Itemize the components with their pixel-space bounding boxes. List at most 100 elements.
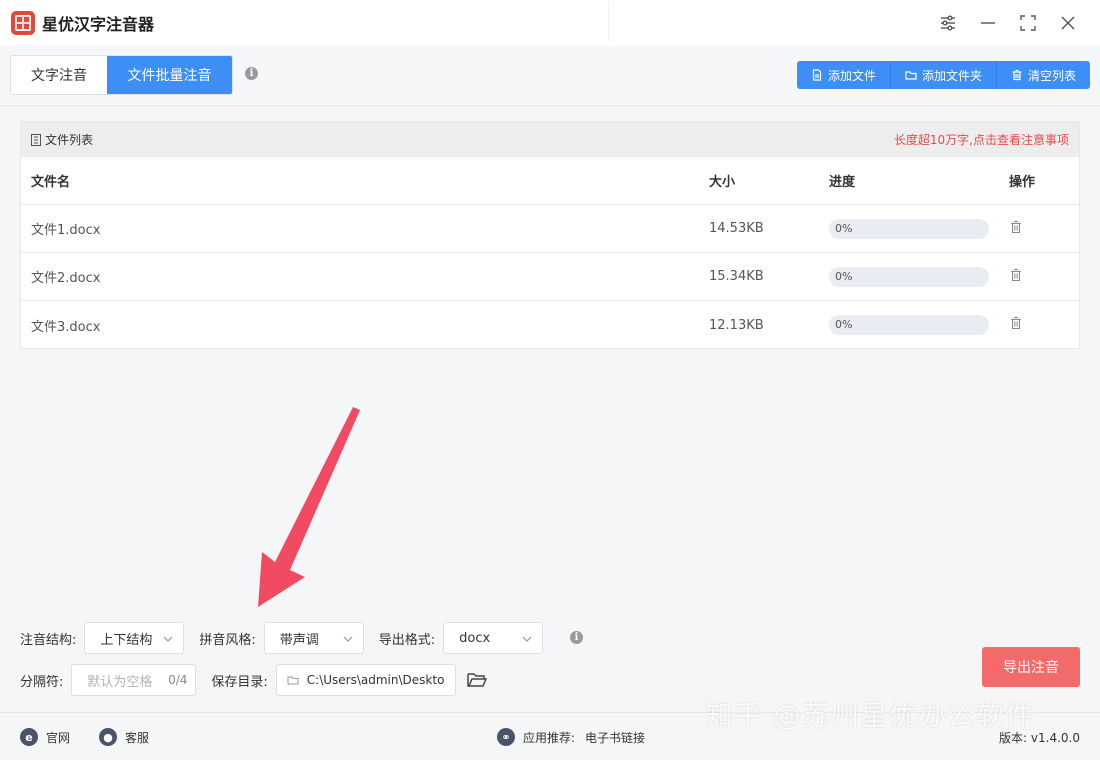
service-label: 客服 <box>125 730 150 745</box>
column-header-name: 文件名 <box>31 175 71 190</box>
separator-label: 分隔符: <box>20 674 64 690</box>
table-row: 文件3.docx 12.13KB 0% <box>21 301 1079 349</box>
add-folder-label: 添加文件夹 <box>921 68 982 83</box>
file-name: 文件2.docx <box>31 271 101 286</box>
file-name: 文件3.docx <box>31 319 101 335</box>
file-size: 12.13KB <box>709 317 764 333</box>
progress-cell: 0% <box>821 218 1001 239</box>
tab-text-annotation[interactable]: 文字注音 <box>11 56 107 94</box>
app-title: 星优汉字注音器 <box>42 15 155 34</box>
chevron-down-icon <box>163 636 173 642</box>
close-button[interactable] <box>1048 0 1088 46</box>
chevron-down-icon <box>522 636 532 642</box>
file-icon <box>812 69 822 81</box>
progress-bar: 0% <box>829 315 989 335</box>
info-icon[interactable]: i <box>245 67 258 80</box>
progress-text: 0% <box>835 221 853 235</box>
file-size: 14.53KB <box>709 221 764 236</box>
link-icon: ⚭ <box>497 728 515 746</box>
document-list-icon <box>31 133 41 146</box>
separator-placeholder: 默认为空格 <box>87 674 153 690</box>
length-notice-link[interactable]: 长度超10万字,点击查看注意事项 <box>894 131 1069 148</box>
maximize-icon <box>1020 15 1036 31</box>
export-format-select[interactable]: docx <box>443 622 544 654</box>
progress-cell: 0% <box>821 315 1001 335</box>
add-file-button[interactable]: 添加文件 <box>796 61 891 89</box>
app-logo-icon <box>11 11 35 35</box>
settings-button[interactable] <box>928 0 968 46</box>
action-cell <box>1001 268 1079 286</box>
mode-tabs: 文字注音 文件批量注音 <box>10 55 233 95</box>
settings-row-2: 分隔符: 默认为空格 0/4 保存目录: C:\Users\admin\Desk… <box>20 664 488 696</box>
delete-icon[interactable] <box>1009 268 1023 282</box>
progress-cell: 0% <box>821 266 1001 287</box>
separator-count: 0/4 <box>168 673 188 687</box>
folder-icon <box>905 71 917 80</box>
recommend-link[interactable]: 电子书链接 <box>585 729 645 746</box>
tabs-bar: 文字注音 文件批量注音 i 添加文件 添加文件夹 清空列表 <box>0 46 1100 106</box>
structure-value: 上下结构 <box>100 632 153 648</box>
save-dir-label: 保存目录: <box>211 674 268 690</box>
table-row: 文件2.docx 15.34KB 0% <box>21 253 1079 301</box>
format-info-icon[interactable]: i <box>570 631 583 644</box>
tab-batch-annotation[interactable]: 文件批量注音 <box>107 56 232 94</box>
sliders-icon <box>941 15 955 31</box>
website-link[interactable]: e 官网 <box>20 727 70 747</box>
ie-icon: e <box>20 728 38 746</box>
column-header-progress: 进度 <box>829 175 856 190</box>
chevron-down-icon <box>343 636 353 642</box>
recommend-label: 应用推荐: <box>523 730 576 745</box>
maximize-button[interactable] <box>1008 0 1048 46</box>
export-button[interactable]: 导出注音 <box>982 647 1080 687</box>
file-list-panel: 文件列表 长度超10万字,点击查看注意事项 文件名 大小 进度 操作 文件1.d… <box>20 121 1080 349</box>
minimize-button[interactable] <box>968 0 1008 46</box>
save-dir-value: C:\Users\admin\Deskto <box>306 673 445 687</box>
recommend-item[interactable]: ⚭ 应用推荐: 电子书链接 <box>497 727 645 747</box>
close-icon <box>1061 16 1075 30</box>
title-blank-area <box>608 2 928 42</box>
format-label: 导出格式: <box>378 632 436 648</box>
file-list-header: 文件列表 长度超10万字,点击查看注意事项 <box>21 122 1079 157</box>
column-header-action: 操作 <box>1009 175 1036 190</box>
clear-list-label: 清空列表 <box>1027 68 1076 83</box>
website-label: 官网 <box>46 730 71 745</box>
separator-input[interactable]: 默认为空格 0/4 <box>71 664 197 696</box>
settings-row-1: 注音结构: 上下结构 拼音风格: 带声调 导出格式: docx <box>20 622 544 654</box>
customer-service-link[interactable]: ● 客服 <box>99 727 149 747</box>
arrow-shape <box>258 407 360 607</box>
chat-icon: ● <box>99 728 117 746</box>
progress-bar: 0% <box>829 218 989 239</box>
add-file-label: 添加文件 <box>827 68 876 83</box>
action-cell <box>1001 316 1079 334</box>
table-row: 文件1.docx 14.53KB 0% <box>21 205 1079 253</box>
file-name: 文件1.docx <box>31 223 101 238</box>
delete-icon[interactable] <box>1009 316 1023 330</box>
structure-label: 注音结构: <box>20 632 77 648</box>
file-list-title: 文件列表 <box>45 133 94 147</box>
format-value: docx <box>459 630 491 646</box>
watermark-text: 知乎 @苏州星优办公软件 <box>705 699 1034 732</box>
file-size: 15.34KB <box>709 269 764 284</box>
file-actions: 添加文件 添加文件夹 清空列表 <box>796 61 1090 89</box>
minimize-icon <box>981 22 995 24</box>
browse-folder-icon[interactable] <box>466 670 488 690</box>
pinyin-style-select[interactable]: 带声调 <box>263 622 364 654</box>
table-body: 文件1.docx 14.53KB 0% 文件2.docx 15.34KB 0% 文件3.do… <box>21 205 1079 349</box>
add-folder-button[interactable]: 添加文件夹 <box>890 61 997 89</box>
progress-bar: 0% <box>829 266 989 287</box>
structure-select[interactable]: 上下结构 <box>84 622 185 654</box>
save-dir-input[interactable]: C:\Users\admin\Deskto <box>275 664 456 696</box>
action-cell <box>1001 220 1079 238</box>
clear-list-button[interactable]: 清空列表 <box>996 61 1090 89</box>
trash-icon <box>1012 69 1022 81</box>
title-bar: 星优汉字注音器 <box>0 0 1100 46</box>
progress-text: 0% <box>835 269 853 283</box>
progress-text: 0% <box>835 318 853 331</box>
folder-outline-icon <box>287 676 299 685</box>
style-label: 拼音风格: <box>199 632 256 648</box>
window-controls <box>928 0 1088 46</box>
style-value: 带声调 <box>279 632 319 648</box>
table-header: 文件名 大小 进度 操作 <box>21 157 1079 205</box>
delete-icon[interactable] <box>1009 220 1023 234</box>
column-header-size: 大小 <box>709 175 736 190</box>
